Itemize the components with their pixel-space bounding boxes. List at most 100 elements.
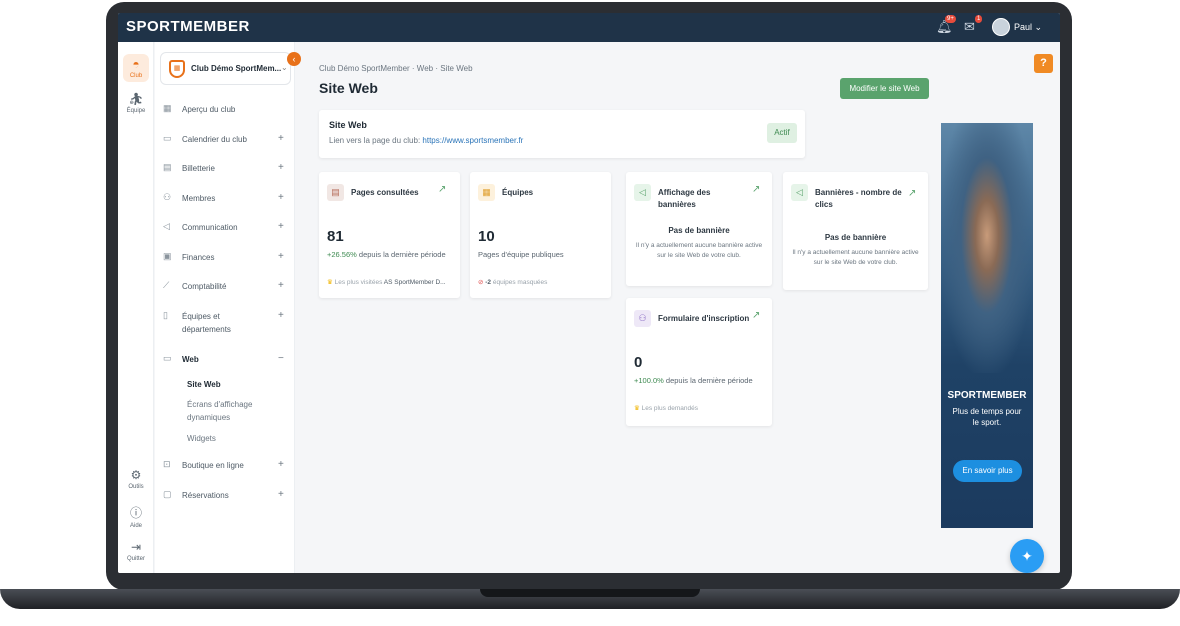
expand-icon[interactable]: + — [278, 459, 284, 470]
icon-rail: ◓ Club ⛹︎ Équipe ⚙︎ Outils ⓘ Aide ⇥ Quit… — [118, 42, 154, 573]
sidebar-item-label: Aperçu du club — [182, 105, 236, 114]
sidebar-item-label: Équipes et départements — [182, 312, 231, 334]
rail-help[interactable]: ⓘ Aide — [118, 504, 154, 529]
help-button[interactable]: ? — [1034, 54, 1053, 73]
expand-icon[interactable]: + — [278, 310, 284, 321]
sidebar-sub-widgets[interactable]: Widgets — [187, 432, 216, 445]
team-icon: ▯ — [163, 310, 168, 320]
modify-website-button[interactable]: Modifier le site Web — [840, 78, 929, 99]
laptop-notch — [480, 589, 700, 597]
ad-brand: SPORTMEMBER — [947, 390, 1027, 401]
card-value: 10 — [478, 228, 495, 245]
megaphone-icon: ◁ — [163, 221, 170, 231]
footer-label: Les plus demandés — [641, 405, 699, 412]
rail-team[interactable]: ⛹︎ Équipe — [118, 92, 154, 114]
rail-quit-label: Quitter — [126, 556, 145, 562]
mail-icon[interactable]: ✉︎ — [964, 19, 975, 35]
sidebar-item-label: Communication — [182, 223, 238, 232]
club-selector[interactable]: ▦ Club Démo SportMem... ⌄ — [160, 52, 291, 85]
finance-icon: ▣ — [163, 251, 172, 261]
trophy-icon: ♛ — [327, 279, 333, 286]
main-content: Club Démo SportMember · Web · Site Web S… — [295, 42, 1060, 573]
page-title: Site Web — [319, 80, 378, 96]
collapse-icon[interactable]: − — [278, 353, 284, 364]
ad-learn-more-button[interactable]: En savoir plus — [953, 460, 1022, 482]
sidebar-item-teams[interactable]: ▯ Équipes et départements + — [163, 310, 287, 338]
ad-photo — [941, 123, 1033, 373]
messages-badge: 1 — [975, 15, 983, 23]
notifications-badge: 9+ — [945, 15, 956, 23]
chart-icon: ⟋ — [163, 280, 170, 290]
empty-text: Il n'y a actuellement aucune bannière ac… — [792, 249, 919, 266]
card-footer: ⊘ -2 équipes masquées — [478, 278, 547, 286]
change-label: depuis la dernière période — [356, 250, 446, 259]
ad-slogan: Plus de temps pour le sport. — [952, 407, 1022, 427]
team-icon: ⛹︎ — [128, 92, 144, 106]
ad-banner[interactable]: SPORTMEMBER Plus de temps pour le sport.… — [941, 123, 1033, 528]
sidebar-item-label: Finances — [182, 253, 215, 262]
sidebar-item-label: Calendrier du club — [182, 135, 247, 144]
expand-icon[interactable]: + — [278, 221, 284, 232]
sidebar-item-label: Comptabilité — [182, 282, 227, 291]
rail-club-label: Club — [129, 73, 143, 79]
sparkle-icon: ✦ — [1021, 548, 1033, 564]
breadcrumb[interactable]: Club Démo SportMember · Web · Site Web — [319, 64, 473, 73]
website-card-title: Site Web — [329, 120, 367, 130]
change-label: depuis la dernière période — [663, 376, 753, 385]
user-name: Paul — [1014, 22, 1033, 32]
avatar[interactable] — [992, 18, 1010, 36]
club-name: Club Démo SportMem... — [191, 64, 282, 73]
trend-up-icon: ↗ — [752, 184, 761, 195]
expand-icon[interactable]: + — [278, 251, 284, 262]
expand-icon[interactable]: + — [278, 280, 284, 291]
expand-icon[interactable]: + — [278, 162, 284, 173]
card-footer: ♛ Les plus visitées AS SportMember D... — [327, 278, 446, 286]
rail-club[interactable]: ◓ Club — [123, 54, 149, 82]
banner-display-card: ◁ Affichage des bannières ↗ Pas de banni… — [626, 172, 772, 286]
registration-form-card: ⚇ Formulaire d'inscription ↗ 0 +100.0% d… — [626, 298, 772, 426]
club-shield-icon: ▦ — [169, 60, 185, 78]
expand-icon[interactable]: + — [278, 133, 284, 144]
rail-tools-label: Outils — [128, 484, 144, 490]
expand-icon[interactable]: + — [278, 192, 284, 203]
rail-tools[interactable]: ⚙︎ Outils — [118, 468, 154, 490]
card-value: 0 — [634, 354, 643, 371]
footer-label: Les plus visitées — [334, 279, 384, 286]
booking-icon: ▢ — [163, 489, 172, 499]
megaphone-icon: ◁ — [791, 184, 808, 201]
trophy-icon: ♛ — [634, 405, 640, 412]
document-icon: ▤ — [327, 184, 344, 201]
sidebar-sub-website[interactable]: Site Web — [187, 378, 221, 391]
rail-quit[interactable]: ⇥ Quitter — [118, 540, 154, 562]
card-value: 81 — [327, 228, 344, 245]
change-percent: +100.0% — [634, 376, 664, 385]
sidebar: ▦ Club Démo SportMem... ⌄ ‹ ▦ Aperçu du … — [155, 42, 301, 573]
empty-text: Il n'y a actuellement aucune bannière ac… — [635, 242, 763, 259]
card-title: Affichage des bannières — [658, 188, 711, 209]
shop-icon: ⊡ — [163, 459, 171, 469]
sidebar-sub-dynamic-screens[interactable]: Écrans d'affichage dynamiques — [187, 398, 267, 424]
trend-up-icon: ↗ — [908, 188, 917, 199]
user-menu[interactable]: Paul ⌄ — [1014, 22, 1042, 33]
gear-icon: ⚙︎ — [130, 468, 142, 482]
card-title: Équipes — [502, 188, 534, 197]
footer-value: AS SportMember D... — [383, 279, 446, 286]
card-title: Bannières - nombre de clics — [815, 188, 902, 209]
card-footer: ♛ Les plus demandés — [634, 404, 698, 412]
website-link[interactable]: https://www.sportsmember.fr — [422, 136, 523, 145]
monitor-icon: ▭ — [163, 353, 172, 363]
chevron-down-icon: ⌄ — [1034, 22, 1043, 32]
whistle-icon: ◓ — [132, 57, 140, 71]
trend-up-icon: ↗ — [752, 310, 761, 321]
assistant-sparkle-button[interactable]: ✦ — [1010, 539, 1044, 573]
website-link-row: Lien vers la page du club: https://www.s… — [329, 136, 523, 145]
sidebar-item-label: Boutique en ligne — [182, 461, 244, 470]
ticket-icon: ▤ — [163, 162, 172, 172]
pages-viewed-card: ▤ Pages consultées ↗ 81 +26.56% depuis l… — [319, 172, 460, 298]
trend-up-icon: ↗ — [438, 184, 447, 195]
logo[interactable]: SPORTMEMBER — [126, 18, 250, 35]
website-link-label: Lien vers la page du club: — [329, 136, 423, 145]
expand-icon[interactable]: + — [278, 489, 284, 500]
sidebar-item-label: Membres — [182, 194, 216, 203]
card-change: +26.56% depuis la dernière période — [327, 250, 446, 259]
